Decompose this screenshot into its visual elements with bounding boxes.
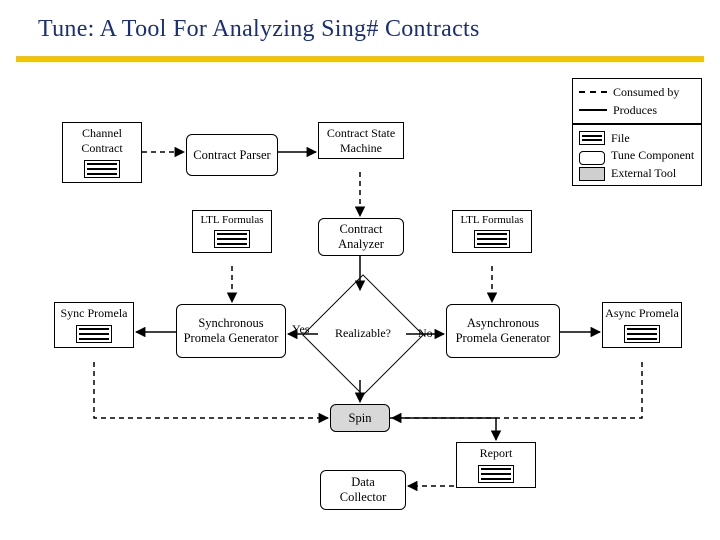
document-icon <box>474 230 510 248</box>
solid-line-icon <box>579 109 607 111</box>
sync-promela-label: Sync Promela <box>57 306 131 321</box>
legend-consumed-row: Consumed by <box>579 83 695 101</box>
title-text: Tune: A Tool For Analyzing Sing# Contrac… <box>38 16 480 43</box>
edge-label-yes: Yes <box>292 322 309 337</box>
legend-arrows: Consumed by Produces <box>572 78 702 124</box>
proc-spin: Spin <box>330 404 390 432</box>
decision-realizable <box>302 274 424 396</box>
document-icon <box>214 230 250 248</box>
proc-contract-analyzer: Contract Analyzer <box>318 218 404 256</box>
legend-node-types: File Tune Component External Tool <box>572 124 702 186</box>
legend-external-label: External Tool <box>611 167 676 180</box>
ltl-left-label: LTL Formulas <box>195 214 269 226</box>
contract-parser-label: Contract Parser <box>193 148 270 163</box>
legend-produces-label: Produces <box>613 103 657 118</box>
contract-analyzer-label: Contract Analyzer <box>325 222 397 252</box>
document-icon <box>76 325 112 343</box>
proc-data-collector: Data Collector <box>320 470 406 510</box>
sync-gen-label: Synchronous Promela Generator <box>183 316 279 346</box>
file-sync-promela: Sync Promela <box>54 302 134 348</box>
file-report: Report <box>456 442 536 488</box>
no-text: No <box>418 326 433 340</box>
proc-contract-parser: Contract Parser <box>186 134 278 176</box>
csm-label: Contract State Machine <box>321 126 401 156</box>
legend-external-row: External Tool <box>579 167 695 181</box>
document-icon <box>624 325 660 343</box>
file-ltl-left: LTL Formulas <box>192 210 272 253</box>
data-collector-label: Data Collector <box>327 475 399 505</box>
channel-contract-label: Channel Contract <box>65 126 139 156</box>
proc-sync-generator: Synchronous Promela Generator <box>176 304 286 358</box>
file-contract-state-machine: Contract State Machine <box>318 122 404 159</box>
legend-produces-row: Produces <box>579 101 695 119</box>
legend-file-row: File <box>579 129 695 147</box>
dashed-line-icon <box>579 91 607 93</box>
legend-component-row: Tune Component <box>579 149 695 165</box>
page-title: Tune: A Tool For Analyzing Sing# Contrac… <box>0 0 720 58</box>
proc-async-generator: Asynchronous Promela Generator <box>446 304 560 358</box>
yes-text: Yes <box>292 322 309 336</box>
external-swatch-icon <box>579 167 605 181</box>
report-label: Report <box>459 446 533 461</box>
async-promela-label: Async Promela <box>605 306 679 321</box>
async-gen-label: Asynchronous Promela Generator <box>453 316 553 346</box>
title-underline <box>16 56 704 62</box>
edge-label-no: No <box>418 326 433 341</box>
legend-consumed-label: Consumed by <box>613 85 679 100</box>
document-icon <box>478 465 514 483</box>
legend-component-label: Tune Component <box>611 149 694 162</box>
component-swatch-icon <box>579 151 605 165</box>
file-channel-contract: Channel Contract <box>62 122 142 183</box>
spin-label: Spin <box>349 411 372 426</box>
document-icon <box>84 160 120 178</box>
file-swatch-icon <box>579 131 605 145</box>
file-async-promela: Async Promela <box>602 302 682 348</box>
legend-file-label: File <box>611 131 630 146</box>
file-ltl-right: LTL Formulas <box>452 210 532 253</box>
ltl-right-label: LTL Formulas <box>455 214 529 226</box>
